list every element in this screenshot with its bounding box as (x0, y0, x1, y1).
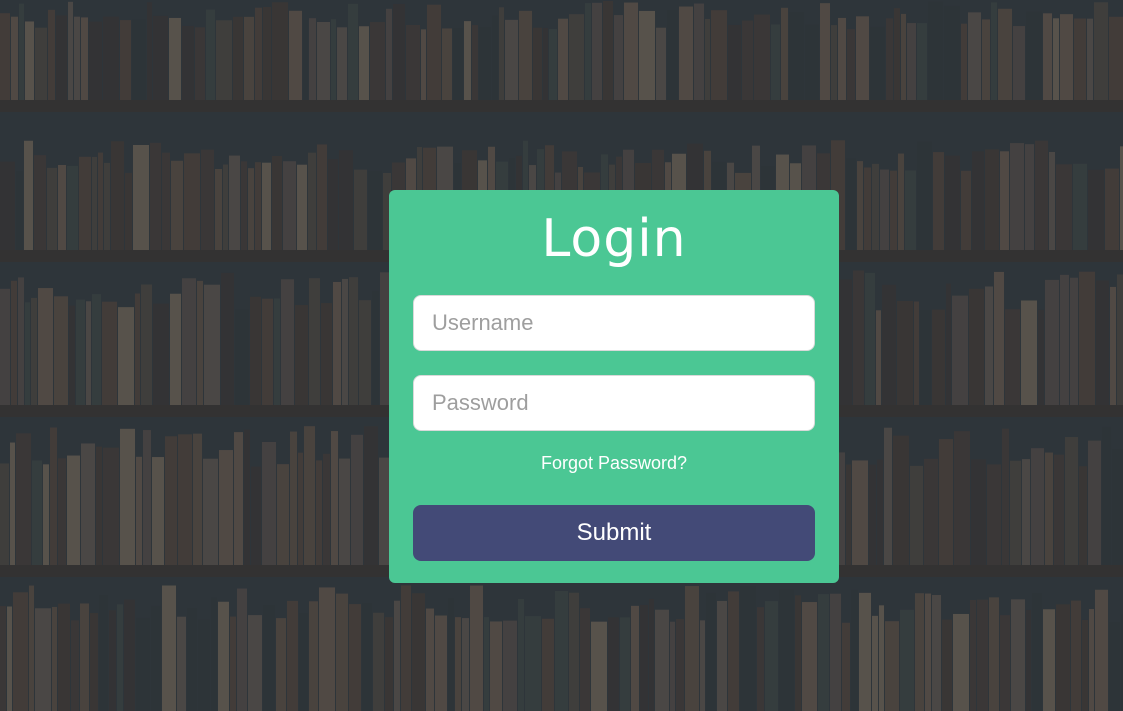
password-input[interactable] (413, 375, 815, 431)
login-title: Login (541, 209, 687, 269)
login-card: Login Forgot Password? Submit (389, 190, 839, 583)
forgot-password-link[interactable]: Forgot Password? (413, 452, 815, 474)
username-input[interactable] (413, 295, 815, 351)
submit-button[interactable]: Submit (413, 505, 815, 561)
